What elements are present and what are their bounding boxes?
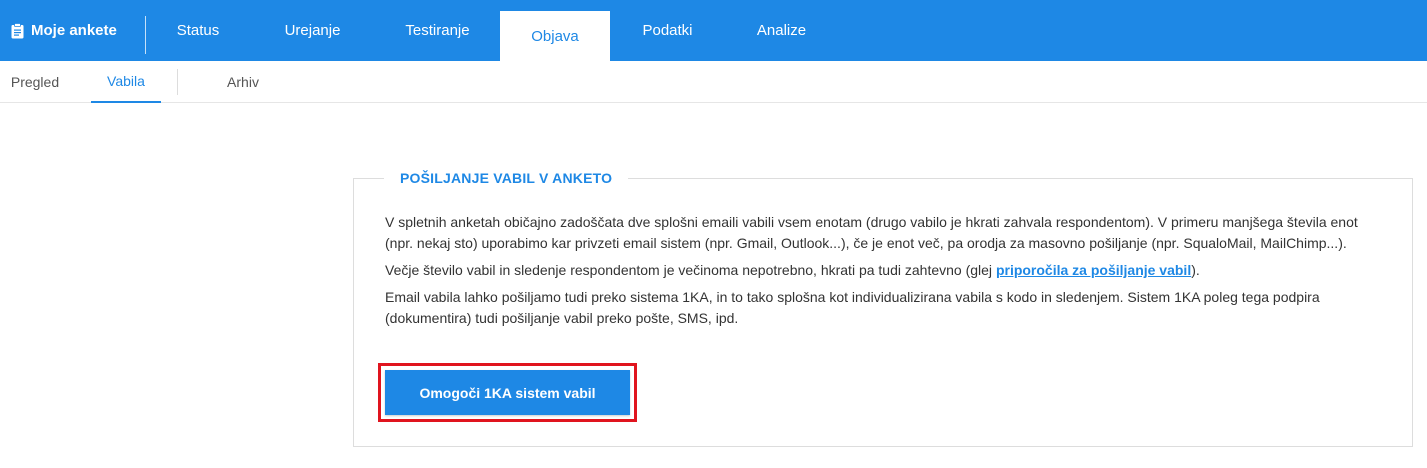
intro-paragraph: V spletnih anketah običajno zadoščata dv…: [385, 214, 1358, 251]
subtab-overview[interactable]: Pregled: [0, 61, 70, 103]
system-paragraph: Email vabila lahko pošiljamo tudi preko …: [385, 289, 1320, 326]
subtab-invitations[interactable]: Vabila: [91, 61, 161, 103]
recommendations-link[interactable]: priporočila za pošiljanje vabil: [996, 262, 1191, 278]
recommendation-text-before: Večje število vabil in sledenje responde…: [385, 262, 996, 278]
subnav-divider: [177, 69, 178, 95]
recommendation-paragraph: Večje število vabil in sledenje responde…: [385, 260, 1365, 281]
enable-invitations-button[interactable]: Omogoči 1KA sistem vabil: [385, 370, 630, 415]
subtab-archive[interactable]: Arhiv: [208, 61, 278, 103]
tab-data[interactable]: Podatki: [610, 0, 725, 61]
tab-publish[interactable]: Objava: [500, 11, 610, 61]
main-tabs: Status Urejanje Testiranje Objava Podatk…: [146, 0, 838, 61]
tab-status[interactable]: Status: [146, 0, 250, 61]
top-navigation: Moje ankete Status Urejanje Testiranje O…: [0, 0, 1427, 61]
panel-content: V spletnih anketah običajno zadoščata dv…: [385, 212, 1365, 335]
tab-analyses[interactable]: Analize: [725, 0, 838, 61]
clipboard-icon: [11, 22, 24, 38]
sub-navigation: Pregled Vabila Arhiv: [0, 61, 1427, 103]
invitations-panel: POŠILJANJE VABIL V ANKETO V spletnih ank…: [353, 170, 1413, 447]
tab-editing[interactable]: Urejanje: [250, 0, 375, 61]
brand-label: Moje ankete: [31, 22, 117, 39]
my-surveys-link[interactable]: Moje ankete: [0, 0, 145, 61]
button-highlight-frame: Omogoči 1KA sistem vabil: [378, 363, 637, 422]
tab-testing[interactable]: Testiranje: [375, 0, 500, 61]
recommendation-text-after: ).: [1191, 262, 1200, 278]
panel-title: POŠILJANJE VABIL V ANKETO: [384, 170, 629, 186]
